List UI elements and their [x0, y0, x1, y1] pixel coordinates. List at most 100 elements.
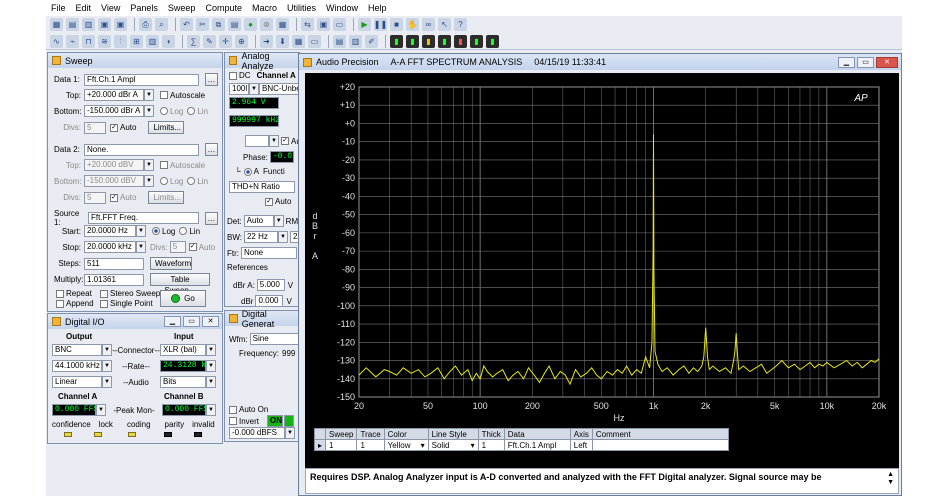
- input-format-select[interactable]: XLR (bal): [160, 344, 206, 356]
- speaker-icon[interactable]: ◖: [162, 34, 175, 48]
- fft-graph-title-bar[interactable]: Audio Precision A-A FFT SPECTRUM ANALYSI…: [299, 54, 901, 70]
- stop-divs-field[interactable]: 5: [169, 241, 186, 253]
- graph-comment-box[interactable]: Requires DSP. Analog Analyzer input is A…: [305, 468, 899, 494]
- steps-field[interactable]: 511: [84, 257, 144, 270]
- meter-5-icon[interactable]: ▮: [454, 34, 467, 48]
- au-checkbox[interactable]: ✓: [281, 137, 289, 145]
- channel-b-units-dropdown[interactable]: ▼: [206, 404, 216, 416]
- print-preview-icon[interactable]: ⌕: [155, 18, 168, 31]
- paste-icon[interactable]: ▤: [228, 18, 241, 31]
- go-button[interactable]: Go: [160, 290, 206, 307]
- chevron-down-icon[interactable]: ▾: [471, 441, 475, 450]
- start-units-dropdown[interactable]: ▼: [136, 225, 146, 237]
- undo-icon[interactable]: ↶: [180, 18, 193, 31]
- divs-field[interactable]: 5: [84, 121, 106, 134]
- data2-browse-button[interactable]: …: [205, 143, 218, 156]
- stop-record-icon[interactable]: ⊗: [260, 18, 273, 31]
- data2-field[interactable]: None.: [84, 143, 199, 156]
- edit-icon[interactable]: ✎: [203, 34, 216, 48]
- top2-units-dropdown[interactable]: ▼: [144, 159, 154, 171]
- meter-7-icon[interactable]: ▮: [486, 34, 499, 48]
- input-audio-dropdown[interactable]: ▼: [206, 376, 216, 388]
- sweep-icon[interactable]: ≋: [98, 34, 111, 48]
- close-button[interactable]: ✕: [202, 316, 219, 327]
- table-icon[interactable]: ▤: [333, 34, 346, 48]
- analog-analyzer-title-bar[interactable]: Analog Analyze: [225, 51, 299, 71]
- limits2-button[interactable]: Limits...: [148, 191, 185, 204]
- single-point-checkbox[interactable]: [100, 299, 108, 308]
- settings-icon[interactable]: ▦: [276, 18, 289, 31]
- output-rate-field[interactable]: 44.1000 kHz: [52, 360, 102, 372]
- data1-browse-button[interactable]: …: [205, 73, 218, 86]
- fft-plot-area[interactable]: +20 +10 +0 -10 -20 -30 -40 -50 -60 -70 -80 -90 -100 -…: [305, 73, 899, 481]
- digital-generator-title-bar[interactable]: Digital Generat: [225, 309, 299, 329]
- top2-field[interactable]: +20.000 dBV: [84, 159, 144, 171]
- row-selector[interactable]: ▸: [313, 439, 327, 451]
- graph-window-icon[interactable]: ▭: [308, 34, 321, 48]
- stop-field[interactable]: 20.0000 kHz: [84, 241, 136, 253]
- waveform-select[interactable]: Sine: [249, 333, 300, 345]
- meter-2-icon[interactable]: ▮: [406, 34, 419, 48]
- scroll-arrows-icon[interactable]: ▲ ▼: [887, 471, 894, 487]
- gen-level-field[interactable]: -0.000 dBFS: [229, 427, 285, 439]
- cell-sweep[interactable]: 1: [325, 439, 358, 451]
- dbra-field[interactable]: 5.000: [256, 279, 285, 291]
- menu-macro[interactable]: Macro: [247, 3, 282, 13]
- a-radio[interactable]: [243, 167, 252, 176]
- arrow-right-icon[interactable]: ➜: [260, 34, 273, 48]
- cell-comment[interactable]: [591, 439, 729, 451]
- help-icon[interactable]: ?: [454, 18, 467, 31]
- meter-4-icon[interactable]: ▮: [438, 34, 451, 48]
- waveform-button[interactable]: Waveform: [150, 257, 192, 270]
- regulation-icon[interactable]: ⊞: [130, 34, 143, 48]
- output-audio-dropdown[interactable]: ▼: [102, 376, 112, 388]
- sine-generator-icon[interactable]: ∿: [50, 34, 63, 48]
- input-format-dropdown[interactable]: ▼: [206, 344, 216, 356]
- output-rate-dropdown[interactable]: ▼: [102, 360, 112, 372]
- det-select[interactable]: Auto: [243, 215, 274, 227]
- filter-select[interactable]: None: [241, 247, 297, 259]
- menu-file[interactable]: File: [46, 3, 71, 13]
- grid-icon[interactable]: ▦: [292, 34, 305, 48]
- bottom2-field[interactable]: -150.000 dBV: [84, 175, 144, 187]
- save-icon[interactable]: ▣: [98, 18, 111, 31]
- menu-edit[interactable]: Edit: [71, 3, 97, 13]
- divs2-field[interactable]: 5: [84, 191, 106, 204]
- cut-icon[interactable]: ✂: [196, 18, 209, 31]
- menu-utilities[interactable]: Utilities: [282, 3, 321, 13]
- append-checkbox[interactable]: [56, 299, 64, 308]
- top-field[interactable]: +20.000 dBr A: [84, 89, 144, 101]
- close-button[interactable]: ✕: [876, 56, 898, 68]
- cursor-icon[interactable]: ↖: [438, 18, 451, 31]
- panel-link-icon[interactable]: ⇆: [301, 18, 314, 31]
- autoscale2-checkbox[interactable]: [160, 161, 168, 169]
- bw-select[interactable]: 22 Hz: [243, 231, 278, 243]
- note-icon[interactable]: ✐: [365, 34, 378, 48]
- cell-axis[interactable]: Left: [569, 439, 593, 451]
- menu-help[interactable]: Help: [363, 3, 392, 13]
- meter-3-icon[interactable]: ▮: [422, 34, 435, 48]
- source1-field[interactable]: Fft.FFT Freq.: [88, 212, 199, 224]
- range-field[interactable]: 100l: [229, 83, 249, 95]
- sweep-title-bar[interactable]: Sweep: [48, 53, 222, 68]
- bottom-field[interactable]: -150.000 dBr A: [84, 105, 144, 117]
- top-units-dropdown[interactable]: ▼: [144, 89, 154, 101]
- compute-icon[interactable]: ∑: [187, 34, 200, 48]
- data1-field[interactable]: Fft.Ch.1 Ampl: [84, 73, 199, 86]
- dbr-field[interactable]: 0.000: [255, 295, 284, 307]
- open-folder-icon[interactable]: ▥: [82, 18, 95, 31]
- stereo-sweep-checkbox[interactable]: [100, 289, 108, 298]
- multiply-field[interactable]: 1.01361: [84, 273, 144, 286]
- log-radio[interactable]: [160, 107, 168, 115]
- gen-level-dropdown[interactable]: ▼: [285, 427, 295, 439]
- maximize-button[interactable]: ▭: [857, 56, 874, 68]
- copy-icon[interactable]: ⧉: [212, 18, 225, 31]
- cell-trace[interactable]: 1: [356, 439, 385, 451]
- arrow-down-icon[interactable]: ⬇: [276, 34, 289, 48]
- cell-thick[interactable]: 1: [477, 439, 505, 451]
- graph-icon[interactable]: ▭: [333, 18, 346, 31]
- menu-panels[interactable]: Panels: [125, 3, 163, 13]
- column-selector[interactable]: [313, 428, 327, 440]
- chart-icon[interactable]: ▥: [349, 34, 362, 48]
- output-format-dropdown[interactable]: ▼: [102, 344, 112, 356]
